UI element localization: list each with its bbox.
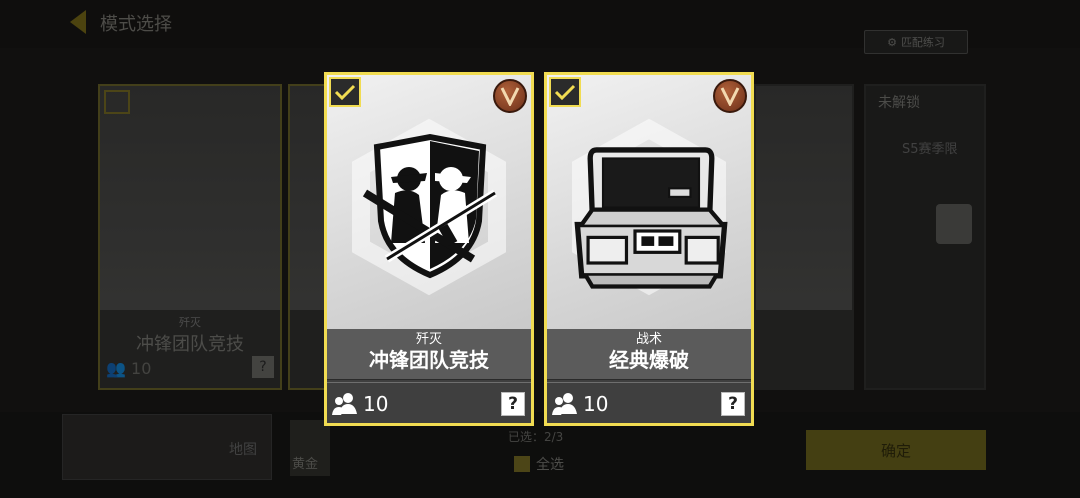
divider [547, 382, 751, 383]
card-footer: 10 ? [547, 379, 751, 423]
card-info: 歼灭 冲锋团队竞技 [327, 329, 531, 379]
players-icon [332, 393, 357, 415]
selected-checkbox[interactable] [329, 77, 361, 107]
mode-name: 经典爆破 [609, 348, 689, 372]
selected-checkbox[interactable] [549, 77, 581, 107]
card-info: 战术 经典爆破 [547, 329, 751, 379]
checkmark-icon [554, 84, 576, 100]
mode-category: 歼灭 [415, 332, 442, 347]
help-icon[interactable]: ? [501, 392, 525, 416]
player-count: 10 [551, 392, 608, 416]
rank-v-icon [500, 87, 520, 106]
rank-badge [713, 79, 747, 113]
help-icon[interactable]: ? [721, 392, 745, 416]
rank-badge [493, 79, 527, 113]
divider [327, 382, 531, 383]
mode-category: 战术 [635, 332, 662, 347]
player-count-value: 10 [363, 392, 389, 416]
player-count: 10 [331, 392, 388, 416]
checkmark-icon [334, 84, 356, 100]
mode-card-search-destroy[interactable]: 战术 经典爆破 10 ? [544, 72, 754, 426]
rank-v-icon [720, 87, 740, 106]
dim-overlay [0, 0, 1080, 498]
player-count-value: 10 [583, 392, 609, 416]
card-footer: 10 ? [327, 379, 531, 423]
mode-name: 冲锋团队竞技 [369, 348, 489, 372]
players-icon [552, 393, 577, 415]
mode-card-team-deathmatch[interactable]: 歼灭 冲锋团队竞技 10 ? [324, 72, 534, 426]
soldiers-crossed-rifles-shield-icon [362, 133, 498, 279]
bomb-suitcase-icon [574, 147, 728, 289]
